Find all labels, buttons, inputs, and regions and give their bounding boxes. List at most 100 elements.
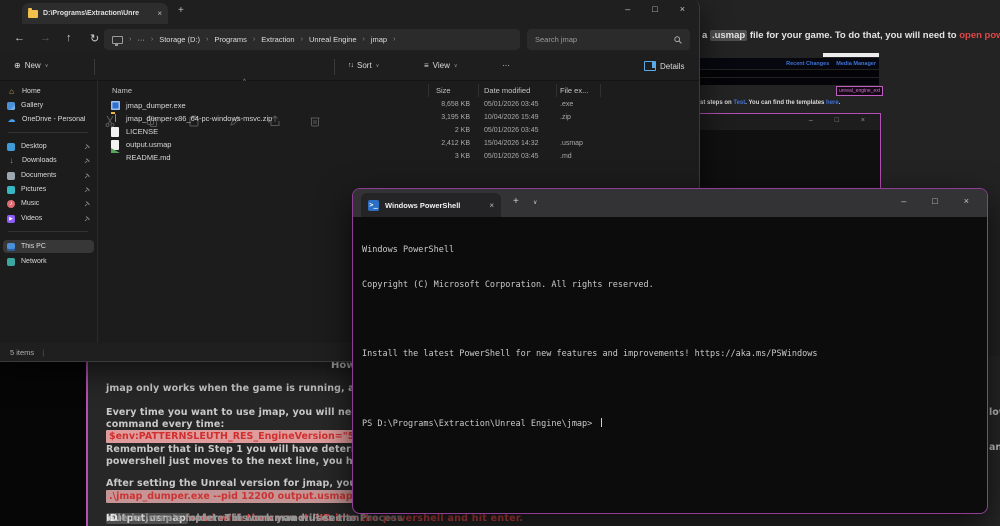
column-header-name[interactable]: Name bbox=[112, 86, 132, 95]
pictures-icon bbox=[7, 186, 15, 194]
here-link[interactable]: here bbox=[826, 100, 839, 106]
chevron-down-icon: ∨ bbox=[376, 63, 380, 69]
file-row-zip[interactable]: jmap_dumper-x86_64-pc-windows-msvc.zip 3… bbox=[104, 113, 693, 125]
file-row-readme[interactable]: README.md 3 KB 05/01/2026 03:45 .md bbox=[104, 152, 693, 164]
sidebar-item-videos[interactable]: ▶ Videos bbox=[3, 212, 94, 225]
documents-icon bbox=[7, 172, 15, 180]
forward-button[interactable]: → bbox=[40, 32, 51, 44]
usmap-chip: .usmap bbox=[710, 30, 747, 41]
crumb-programs[interactable]: Programs bbox=[214, 35, 247, 44]
powershell-tab[interactable]: >_ Windows PowerShell × bbox=[361, 193, 501, 217]
env-version-code: $env:PATTERNSLEUTH_RES_EngineVersion="5.… bbox=[106, 430, 373, 443]
sidebar-item-home[interactable]: ⌂ Home bbox=[3, 85, 94, 98]
background-row bbox=[700, 70, 879, 77]
doc-top-line: a .usmap file for your game. To do that,… bbox=[702, 30, 1000, 41]
explorer-tab[interactable]: D:\Programs\Extraction\Unre × bbox=[22, 3, 168, 24]
pin-icon bbox=[84, 158, 90, 164]
chevron-down-icon: ∨ bbox=[454, 63, 458, 69]
search-icon bbox=[674, 36, 682, 44]
refresh-button[interactable]: ↻ bbox=[90, 32, 99, 45]
details-button[interactable]: Details bbox=[644, 61, 684, 71]
tab-close-icon[interactable]: × bbox=[489, 201, 494, 210]
sidebar-divider bbox=[8, 231, 88, 232]
sort-ascending-caret: ^ bbox=[243, 79, 246, 85]
sidebar-item-gallery[interactable]: Gallery bbox=[3, 99, 94, 112]
jmap-dumper-command-code: .\jmap_dumper.exe --pid 12200 output.usm… bbox=[106, 490, 356, 503]
view-button[interactable]: ≡ View ∨ bbox=[424, 61, 458, 70]
new-button[interactable]: ⊕ New ∨ bbox=[14, 61, 48, 70]
back-button[interactable]: ← bbox=[14, 32, 25, 44]
minimize-button[interactable]: – bbox=[901, 196, 906, 206]
pin-icon bbox=[84, 216, 90, 222]
new-tab-button[interactable]: + bbox=[513, 196, 519, 207]
background-link-bar: Recent Changes Media Manager bbox=[700, 58, 879, 69]
explorer-toolbar: ⊕ New ∨ ↑↓ Sort ∨ ≡ View ∨ ··· Details bbox=[0, 54, 699, 81]
item-count: 5 items bbox=[10, 348, 34, 357]
pin-icon bbox=[84, 201, 90, 207]
media-manager-link[interactable]: Media Manager bbox=[836, 61, 876, 67]
sidebar-item-onedrive[interactable]: ☁ OneDrive - Personal bbox=[3, 113, 94, 126]
explorer-titlebar[interactable]: D:\Programs\Extraction\Unre × + – □ × bbox=[0, 0, 699, 24]
terminal-output[interactable]: Windows PowerShell Copyright (C) Microso… bbox=[354, 217, 986, 512]
desktop-black-area bbox=[0, 362, 86, 526]
crumb-unreal-engine[interactable]: Unreal Engine bbox=[309, 35, 357, 44]
minimize-button[interactable]: – bbox=[625, 4, 630, 14]
sort-button[interactable]: ↑↓ Sort ∨ bbox=[348, 61, 379, 70]
file-row-output-usmap[interactable]: output.usmap 2,412 KB 15/04/2026 14:32 .… bbox=[104, 139, 693, 151]
templates-line: first steps on Test. You can find the te… bbox=[694, 100, 840, 106]
view-icon: ≡ bbox=[424, 61, 429, 70]
breadcrumb-ellipsis[interactable]: ··· bbox=[137, 35, 145, 44]
explorer-address-bar: ← → ↑ ↻ › ··· › Storage (D:) › Programs … bbox=[0, 24, 699, 55]
sidebar-item-downloads[interactable]: ↓ Downloads bbox=[3, 154, 94, 167]
terminal-line: Install the latest PowerShell for new fe… bbox=[362, 349, 978, 361]
column-header-size[interactable]: Size bbox=[436, 86, 451, 95]
network-icon bbox=[7, 258, 15, 266]
explorer-sidebar: ⌂ Home Gallery ☁ OneDrive - Personal Des… bbox=[0, 80, 98, 343]
crumb-storage-d[interactable]: Storage (D:) bbox=[159, 35, 200, 44]
powershell-titlebar[interactable]: >_ Windows PowerShell × + ∨ – □ × bbox=[353, 189, 987, 217]
column-header-date[interactable]: Date modified bbox=[484, 86, 530, 95]
videos-icon: ▶ bbox=[7, 215, 15, 223]
explorer-window-controls: – □ × bbox=[625, 4, 685, 14]
background-window-controls[interactable]: – □ × bbox=[809, 117, 875, 124]
terminal-line: Copyright (C) Microsoft Corporation. All… bbox=[362, 280, 978, 292]
sidebar-item-desktop[interactable]: Desktop bbox=[3, 140, 94, 153]
exe-app-icon bbox=[111, 101, 120, 110]
search-input[interactable]: Search jmap bbox=[527, 29, 690, 50]
file-row-jmap-dumper-exe[interactable]: jmap_dumper.exe 8,658 KB 05/01/2026 03:4… bbox=[104, 100, 693, 112]
tab-close-icon[interactable]: × bbox=[157, 9, 162, 18]
terminal-cursor bbox=[601, 418, 602, 427]
more-icon: ··· bbox=[502, 61, 510, 70]
maximize-button[interactable]: □ bbox=[932, 196, 937, 206]
sidebar-item-this-pc[interactable]: This PC bbox=[3, 240, 94, 253]
column-header-ext[interactable]: File ex... bbox=[560, 86, 588, 95]
close-button[interactable]: × bbox=[964, 196, 969, 206]
home-icon: ⌂ bbox=[7, 87, 16, 96]
sidebar-item-pictures[interactable]: Pictures bbox=[3, 183, 94, 196]
tab-dropdown-icon[interactable]: ∨ bbox=[533, 199, 537, 206]
test-link[interactable]: Test bbox=[733, 100, 745, 106]
this-pc-icon bbox=[7, 243, 15, 251]
sidebar-item-music[interactable]: ♪ Music bbox=[3, 197, 94, 210]
recent-changes-link[interactable]: Recent Changes bbox=[786, 61, 829, 67]
file-row-license[interactable]: LICENSE 2 KB 05/01/2026 03:45 bbox=[104, 126, 693, 138]
terminal-line: Windows PowerShell bbox=[362, 245, 978, 257]
more-options-button[interactable]: ··· bbox=[502, 61, 510, 70]
explorer-tab-title: D:\Programs\Extraction\Unre bbox=[43, 10, 152, 17]
close-button[interactable]: × bbox=[680, 4, 685, 14]
terminal-prompt-line: PS D:\Programs\Extraction\Unreal Engine\… bbox=[362, 418, 978, 431]
crumb-jmap[interactable]: jmap bbox=[371, 35, 387, 44]
maximize-button[interactable]: □ bbox=[652, 4, 657, 14]
crumb-extraction[interactable]: Extraction bbox=[261, 35, 294, 44]
sidebar-divider bbox=[8, 132, 88, 133]
up-button[interactable]: ↑ bbox=[66, 32, 72, 44]
this-pc-icon bbox=[112, 36, 123, 44]
breadcrumb[interactable]: › ··· › Storage (D:) › Programs › Extrac… bbox=[104, 29, 520, 50]
sidebar-item-documents[interactable]: Documents bbox=[3, 169, 94, 182]
powershell-logo-icon: >_ bbox=[368, 200, 379, 211]
background-window-fragment: – □ × bbox=[700, 113, 881, 189]
new-tab-button[interactable]: + bbox=[178, 5, 184, 16]
sidebar-item-network[interactable]: Network bbox=[3, 255, 94, 268]
chevron-down-icon: ∨ bbox=[45, 63, 49, 69]
terminal-prompt: PS D:\Programs\Extraction\Unreal Engine\… bbox=[362, 419, 597, 429]
